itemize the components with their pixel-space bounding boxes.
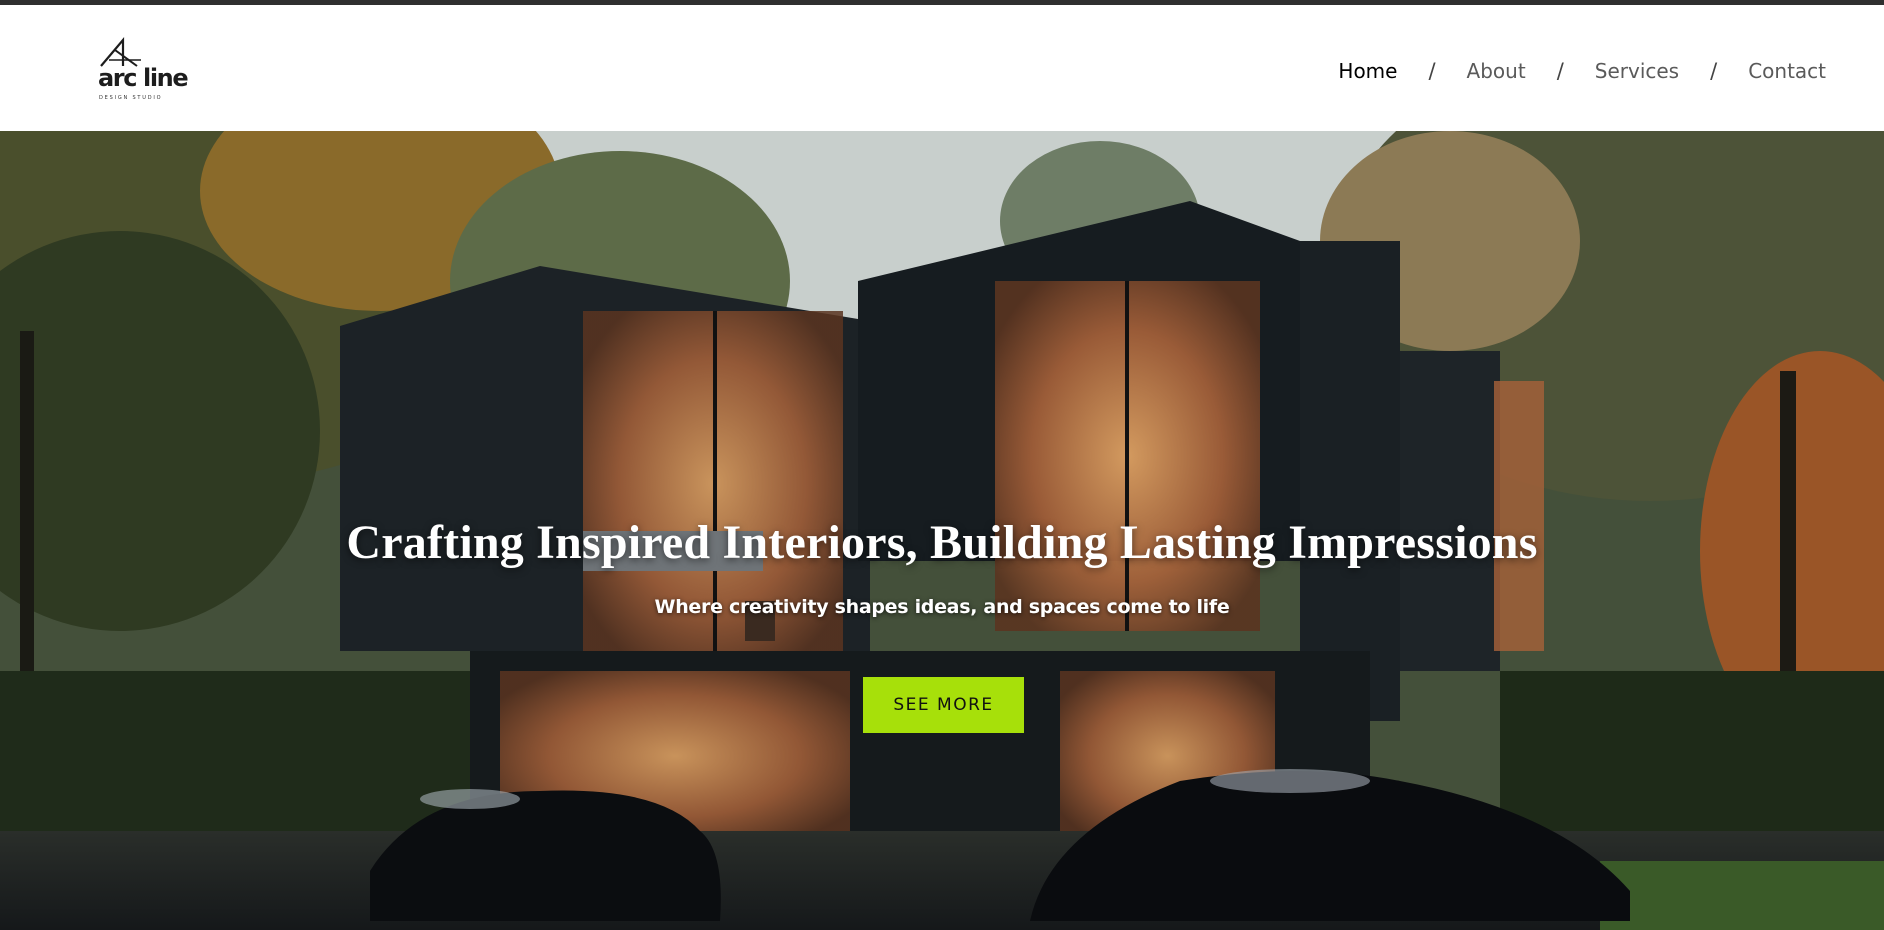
see-more-button[interactable]: SEE MORE [863,677,1024,733]
hero-title: Crafting Inspired Interiors, Building La… [346,516,1538,570]
site-header: arc line DESIGN STUDIO Home / About / Se… [0,5,1884,131]
nav-contact-link[interactable]: Contact [1748,59,1826,83]
nav-services-link[interactable]: Services [1595,59,1679,83]
brand-logo[interactable]: arc line DESIGN STUDIO [97,36,189,106]
brand-tagline: DESIGN STUDIO [99,95,163,101]
nav-about-link[interactable]: About [1467,59,1526,83]
hero-subtitle: Where creativity shapes ideas, and space… [654,596,1230,618]
hero-section: Crafting Inspired Interiors, Building La… [0,131,1884,930]
main-nav: Home / About / Services / Contact [1338,56,1826,86]
nav-separator: / [1556,59,1564,83]
brand-name: arc line [98,64,189,92]
nav-home-link[interactable]: Home [1338,59,1397,83]
nav-separator: / [1428,59,1436,83]
nav-separator: / [1710,59,1718,83]
